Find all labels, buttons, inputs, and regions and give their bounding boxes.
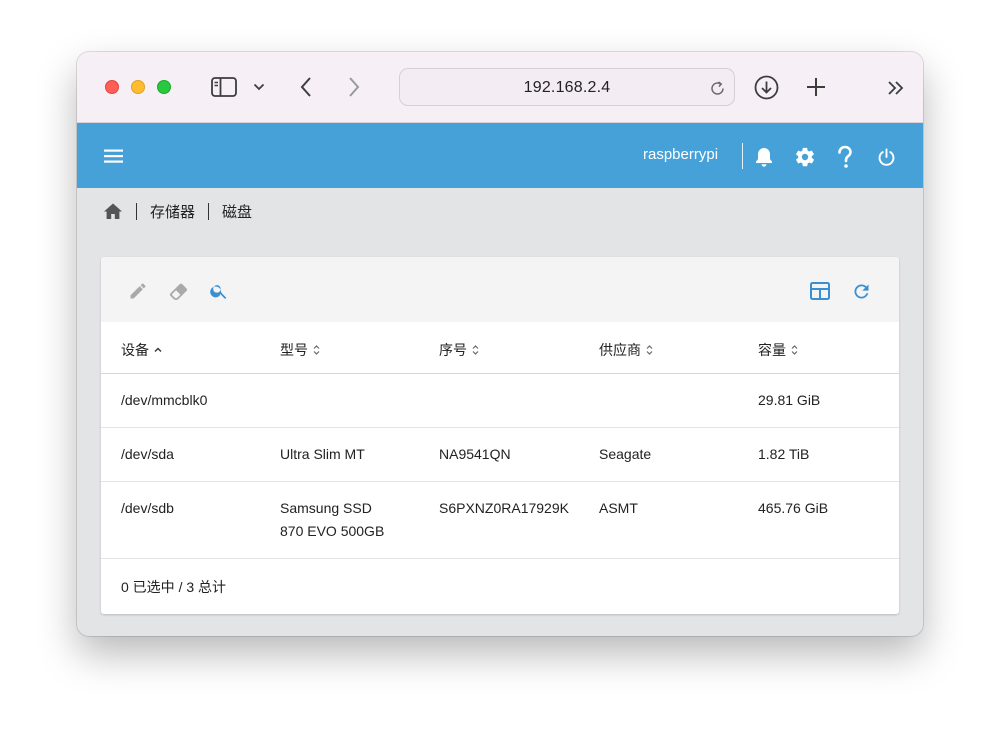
column-header-device[interactable]: 设备 (121, 340, 163, 360)
refresh-icon[interactable] (850, 280, 872, 302)
close-window-button[interactable] (105, 80, 119, 94)
columns-icon[interactable] (809, 281, 831, 301)
address-text: 192.168.2.4 (523, 79, 611, 96)
cell-device: /dev/mmcblk0 (121, 392, 208, 408)
browser-window: 192.168.2.4 raspberrypi 存储器 磁盘 设备 型号 序号 … (77, 52, 923, 636)
sort-icon (471, 344, 480, 356)
help-icon[interactable] (834, 144, 856, 170)
new-tab-icon[interactable] (805, 76, 827, 98)
column-header-label: 容量 (758, 342, 786, 358)
minimize-window-button[interactable] (131, 80, 145, 94)
app-header: raspberrypi (77, 123, 923, 188)
sort-icon (645, 344, 654, 356)
header-divider (742, 143, 743, 169)
breadcrumb-storage[interactable]: 存储器 (150, 201, 195, 222)
cell-serial: NA9541QN (439, 446, 511, 462)
card-toolbar (101, 257, 899, 322)
chevron-down-icon[interactable] (252, 80, 266, 94)
menu-icon[interactable] (103, 146, 123, 166)
column-header-label: 型号 (280, 342, 308, 358)
gear-icon[interactable] (793, 145, 817, 169)
cell-capacity: 29.81 GiB (758, 392, 821, 408)
address-bar[interactable]: 192.168.2.4 (399, 68, 735, 106)
breadcrumb-separator (208, 202, 210, 220)
row-divider (101, 558, 899, 559)
cell-vendor: ASMT (599, 500, 638, 516)
row-divider (101, 427, 899, 428)
column-header-label: 供应商 (599, 342, 641, 358)
cell-serial: S6PXNZ0RA17929K (439, 500, 569, 516)
overflow-icon[interactable] (885, 78, 907, 98)
bell-icon[interactable] (753, 145, 775, 169)
edit-icon[interactable] (127, 280, 149, 302)
cell-model: Samsung SSD (280, 500, 372, 516)
hostname-label: raspberrypi (643, 146, 719, 163)
sort-icon (790, 344, 799, 356)
column-header-label: 序号 (439, 342, 467, 358)
column-header-model[interactable]: 型号 (280, 340, 321, 360)
column-header-serial[interactable]: 序号 (439, 340, 480, 360)
forward-icon[interactable] (344, 75, 364, 99)
cell-vendor: Seagate (599, 446, 652, 462)
breadcrumb-disks: 磁盘 (222, 203, 253, 221)
cell-model-line2: 870 EVO 500GB (280, 523, 385, 539)
column-header-label: 设备 (121, 342, 149, 358)
row-divider (101, 481, 899, 482)
sort-ascending-icon (153, 345, 163, 355)
sidebar-icon[interactable] (210, 76, 238, 98)
power-icon[interactable] (875, 146, 897, 168)
back-icon[interactable] (296, 75, 316, 99)
download-icon[interactable] (753, 74, 779, 100)
zoom-window-button[interactable] (157, 80, 171, 94)
column-header-vendor[interactable]: 供应商 (599, 340, 654, 360)
selection-summary: 0 已选中 / 3 总计 (121, 579, 227, 595)
cell-model: Ultra Slim MT (280, 446, 365, 462)
cell-device: /dev/sda (121, 446, 174, 462)
home-icon[interactable] (103, 202, 123, 220)
cell-capacity: 1.82 TiB (758, 446, 810, 462)
cell-device: /dev/sdb (121, 500, 174, 516)
header-divider (101, 373, 899, 374)
disks-card: 设备 型号 序号 供应商 容量 /dev/mmcblk0 29.81 GiB /… (101, 257, 899, 614)
breadcrumb: 存储器 磁盘 (103, 200, 252, 222)
reload-icon[interactable] (708, 79, 726, 97)
sort-icon (312, 344, 321, 356)
browser-toolbar: 192.168.2.4 (77, 52, 923, 123)
column-header-capacity[interactable]: 容量 (758, 340, 799, 360)
eraser-icon[interactable] (167, 280, 189, 302)
cell-capacity: 465.76 GiB (758, 500, 829, 516)
breadcrumb-separator (136, 202, 137, 220)
search-icon[interactable] (208, 280, 230, 302)
